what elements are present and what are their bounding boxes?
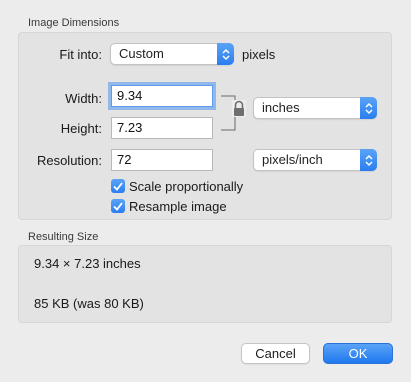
- image-dimensions-dialog: Image Dimensions Fit into: Custom pixels…: [0, 0, 411, 382]
- fit-into-popup[interactable]: Custom: [110, 43, 234, 65]
- scale-proportionally-label[interactable]: Scale proportionally: [129, 179, 243, 194]
- lock-icon[interactable]: [232, 100, 246, 117]
- resolution-unit-popup[interactable]: pixels/inch: [253, 149, 377, 171]
- size-unit-value: inches: [262, 100, 300, 115]
- size-unit-popup[interactable]: inches: [253, 97, 377, 119]
- resolution-field[interactable]: 72: [111, 149, 213, 171]
- chevron-updown-icon: [217, 43, 234, 65]
- checkmark-icon: [113, 181, 123, 191]
- chevron-updown-icon: [360, 97, 377, 119]
- chevron-updown-icon: [360, 149, 377, 171]
- checkmark-icon: [113, 201, 123, 211]
- resample-image-label[interactable]: Resample image: [129, 199, 227, 214]
- image-dimensions-title: Image Dimensions: [28, 17, 120, 29]
- fit-into-value: Custom: [119, 46, 164, 61]
- width-label: Width:: [65, 91, 102, 106]
- resulting-dimensions: 9.34 × 7.23 inches: [34, 256, 141, 271]
- resulting-size-title: Resulting Size: [28, 231, 99, 243]
- height-field[interactable]: 7.23: [111, 117, 213, 139]
- width-field[interactable]: 9.34: [111, 85, 213, 107]
- ok-button[interactable]: OK: [323, 343, 393, 364]
- fit-into-label: Fit into:: [59, 47, 102, 62]
- resolution-label: Resolution:: [36, 153, 102, 168]
- resolution-unit-value: pixels/inch: [262, 152, 323, 167]
- height-label: Height:: [60, 121, 102, 136]
- cancel-button[interactable]: Cancel: [241, 343, 310, 364]
- resulting-file-size: 85 KB (was 80 KB): [34, 296, 144, 311]
- scale-proportionally-checkbox[interactable]: [111, 179, 125, 193]
- resample-image-checkbox[interactable]: [111, 199, 125, 213]
- fit-into-unit: pixels: [242, 47, 276, 62]
